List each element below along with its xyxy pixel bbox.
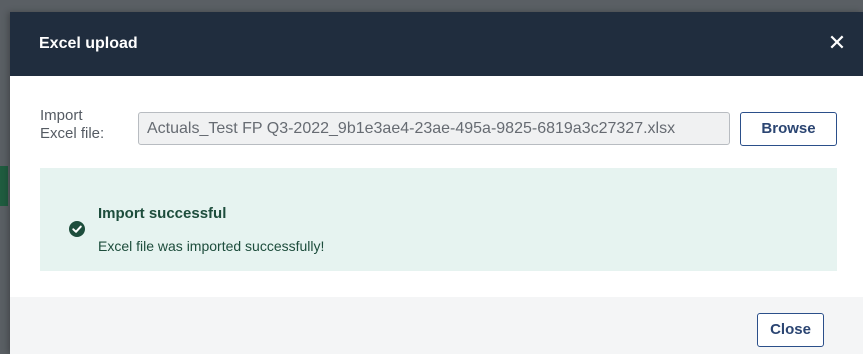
background-accent — [0, 166, 8, 206]
file-path-field[interactable] — [138, 112, 730, 145]
alert-message: Excel file was imported successfully! — [98, 238, 325, 254]
excel-upload-dialog: Excel upload ✕ Import Excel file: Browse… — [10, 12, 863, 354]
close-button[interactable]: Close — [757, 313, 824, 347]
success-alert: Import successful Excel file was importe… — [40, 168, 837, 271]
check-circle-icon — [69, 221, 85, 237]
browse-button[interactable]: Browse — [740, 112, 837, 146]
close-icon[interactable]: ✕ — [827, 31, 847, 55]
alert-title: Import successful — [98, 205, 227, 222]
dialog-footer: Close — [10, 297, 863, 354]
dialog-title: Excel upload — [39, 35, 138, 52]
dialog-header: Excel upload ✕ — [10, 12, 863, 76]
import-excel-file-label: Import Excel file: — [40, 107, 105, 142]
